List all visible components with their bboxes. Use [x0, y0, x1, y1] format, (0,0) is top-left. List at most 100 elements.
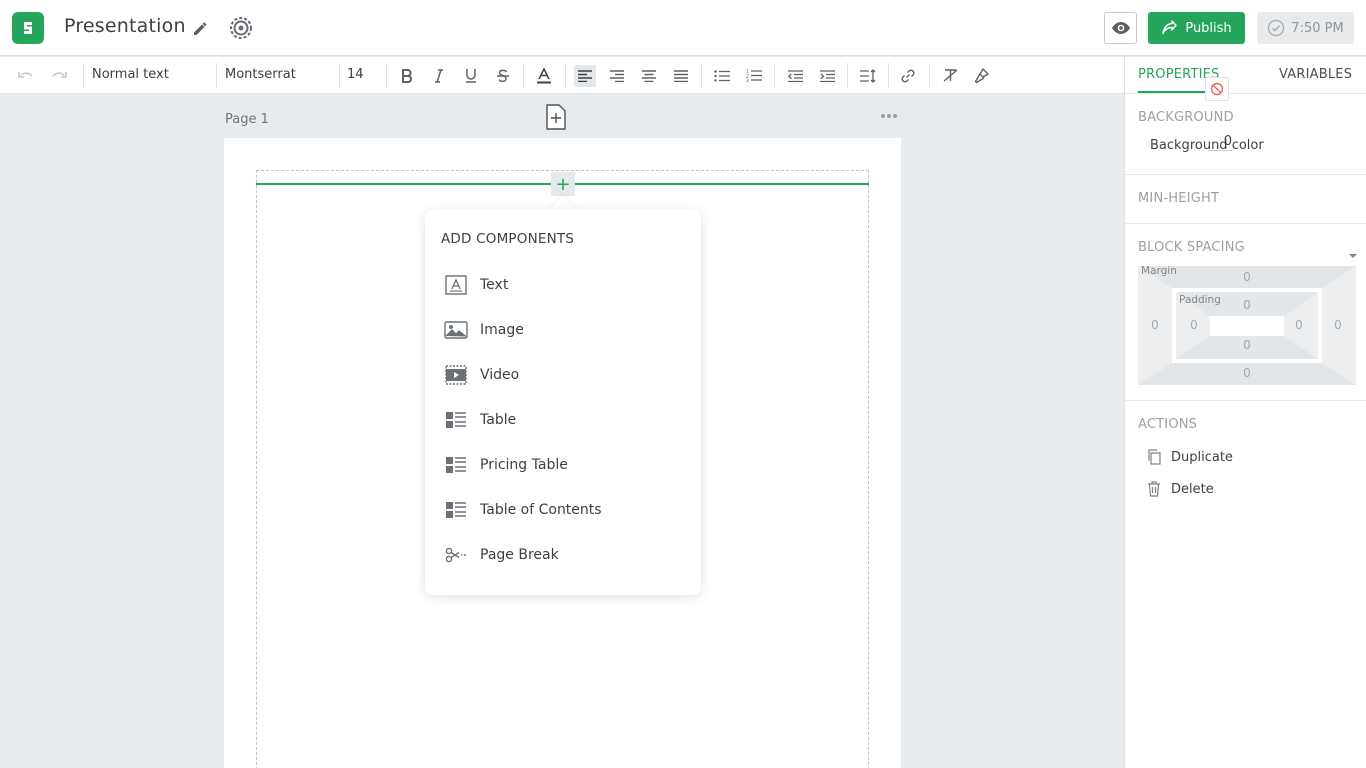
duplicate-button[interactable]: Duplicate [1147, 447, 1233, 467]
bulleted-list-icon[interactable] [711, 57, 733, 94]
trash-icon [1148, 481, 1160, 497]
formatting-toolbar: Normal text Montserrat 14 123 [0, 57, 1124, 94]
eye-icon [1111, 22, 1130, 34]
bold-icon[interactable] [396, 57, 418, 94]
add-components-popup: ADD COMPONENTS Text Image Video Table Pr… [425, 210, 701, 595]
gear-icon[interactable] [227, 14, 255, 42]
component-pricing-table[interactable]: Pricing Table [441, 447, 685, 483]
undo-icon[interactable] [14, 57, 38, 94]
padding-left-input[interactable]: 0 [1179, 318, 1209, 332]
share-arrow-icon [1162, 20, 1178, 35]
save-status-badge: 7:50 PM [1257, 12, 1354, 44]
underline-icon[interactable] [460, 57, 482, 94]
toolbar-divider [847, 63, 848, 88]
status-time: 7:50 PM [1291, 20, 1344, 36]
link-icon[interactable] [897, 57, 919, 94]
caret-down-icon[interactable] [1349, 244, 1357, 263]
numbered-list-icon[interactable]: 123 [743, 57, 765, 94]
section-divider [1125, 223, 1366, 224]
margin-bottom-input[interactable]: 0 [1232, 366, 1262, 380]
section-divider [1125, 400, 1366, 401]
svg-text:3: 3 [746, 78, 749, 82]
margin-left-input[interactable]: 0 [1140, 318, 1170, 332]
section-actions-title: ACTIONS [1138, 417, 1198, 432]
add-page-icon[interactable] [545, 104, 567, 130]
component-text[interactable]: Text [441, 267, 685, 303]
line-spacing-icon[interactable] [857, 57, 879, 94]
toolbar-divider [523, 63, 524, 88]
text-color-icon[interactable] [533, 57, 555, 94]
text-icon [444, 273, 468, 297]
component-image[interactable]: Image [441, 312, 685, 348]
delete-label: Delete [1171, 481, 1214, 497]
component-label: Video [480, 367, 520, 383]
component-table-of-contents[interactable]: Table of Contents [441, 492, 685, 528]
component-label: Table of Contents [480, 502, 602, 518]
delete-button[interactable]: Delete [1147, 479, 1214, 499]
duplicate-label: Duplicate [1171, 449, 1233, 465]
app-logo[interactable] [12, 12, 44, 44]
component-page-break[interactable]: Page Break [441, 537, 685, 573]
indent-icon[interactable] [816, 57, 838, 94]
section-block-spacing-title: BLOCK SPACING [1138, 240, 1245, 255]
margin-right-input[interactable]: 0 [1323, 318, 1353, 332]
section-divider [1125, 174, 1366, 175]
scissors-icon [444, 543, 468, 567]
image-icon [444, 318, 468, 342]
page-more-options-icon[interactable] [878, 108, 900, 124]
logo-icon [24, 22, 32, 34]
toolbar-divider [339, 63, 340, 88]
section-min-height-title: MIN-HEIGHT [1138, 191, 1220, 206]
table-of-contents-icon [444, 498, 468, 522]
format-painter-icon[interactable] [970, 57, 992, 94]
align-justify-icon[interactable] [670, 57, 692, 94]
text-style-select[interactable]: Normal text [92, 67, 169, 82]
publish-label: Publish [1185, 20, 1232, 36]
component-label: Text [480, 277, 509, 293]
component-label: Page Break [480, 547, 559, 563]
properties-panel: PROPERTIES VARIABLES BACKGROUND Backgrou… [1124, 57, 1366, 768]
clear-formatting-icon[interactable] [939, 57, 961, 94]
padding-right-input[interactable]: 0 [1284, 318, 1314, 332]
align-center-icon[interactable] [638, 57, 660, 94]
component-label: Image [480, 322, 524, 338]
component-video[interactable]: Video [441, 357, 685, 393]
padding-top-input[interactable]: 0 [1232, 298, 1262, 312]
padding-label: Padding [1179, 294, 1221, 306]
toolbar-divider [216, 63, 217, 88]
tab-variables[interactable]: VARIABLES [1279, 67, 1352, 82]
component-label: Table [480, 412, 517, 428]
font-family-select[interactable]: Montserrat [225, 67, 296, 82]
video-icon [444, 363, 468, 387]
margin-top-input[interactable]: 0 [1232, 270, 1262, 284]
toolbar-divider [386, 63, 387, 88]
strikethrough-icon[interactable] [492, 57, 514, 94]
align-right-icon[interactable] [606, 57, 628, 94]
document-title[interactable]: Presentation [64, 15, 186, 37]
font-size-select[interactable]: 14 [347, 67, 364, 82]
margin-label: Margin [1141, 265, 1177, 277]
redo-icon[interactable] [47, 57, 71, 94]
padding-bottom-input[interactable]: 0 [1232, 338, 1262, 352]
toolbar-divider [888, 63, 889, 88]
outdent-icon[interactable] [784, 57, 806, 94]
pencil-icon[interactable] [191, 19, 209, 37]
italic-icon[interactable] [428, 57, 450, 94]
publish-button[interactable]: Publish [1148, 12, 1245, 44]
section-background-title: BACKGROUND [1138, 110, 1234, 125]
background-color-label: Background color [1150, 138, 1264, 153]
insert-plus-icon[interactable]: + [551, 172, 575, 196]
min-height-input[interactable]: 0 [1208, 134, 1232, 151]
pricing-table-icon [444, 453, 468, 477]
align-left-icon[interactable] [573, 57, 597, 94]
table-icon [444, 408, 468, 432]
background-color-swatch[interactable] [1205, 77, 1229, 101]
component-table[interactable]: Table [441, 402, 685, 438]
popup-title: ADD COMPONENTS [441, 231, 575, 247]
component-label: Pricing Table [480, 457, 568, 473]
page-label: Page 1 [225, 112, 269, 127]
toolbar-divider [929, 63, 930, 88]
check-circle-icon [1268, 19, 1285, 37]
preview-button[interactable] [1104, 12, 1137, 44]
duplicate-icon [1148, 449, 1161, 465]
